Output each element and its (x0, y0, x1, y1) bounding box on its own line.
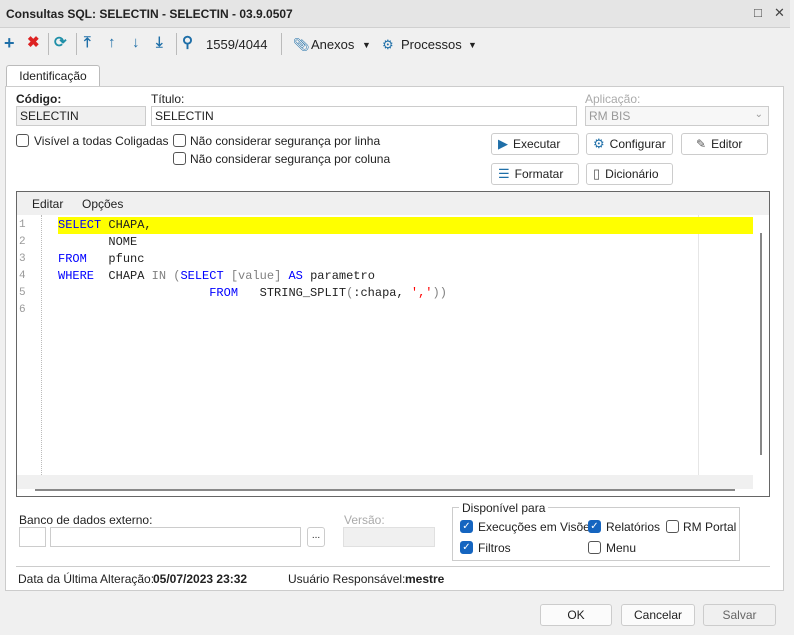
book-icon: ▯ (593, 166, 601, 181)
editor-label: Editor (711, 137, 743, 151)
browse-button[interactable]: ... (307, 527, 325, 547)
execute-label: Executar (513, 137, 561, 151)
portal-checkbox[interactable] (666, 520, 679, 533)
add-icon[interactable]: + (4, 34, 15, 52)
user-label: Usuário Responsável: (288, 572, 406, 586)
chevron-down-icon: ⌄ (754, 109, 763, 120)
views-label: Execuções em Visões (478, 520, 596, 534)
code-line: 3 FROM pfunc (19, 252, 145, 266)
chevron-down-icon[interactable]: ▼ (362, 40, 371, 50)
cancel-button[interactable]: Cancelar (621, 604, 695, 626)
previous-record-icon[interactable]: ↑ (108, 35, 116, 51)
save-button[interactable]: Salvar (703, 604, 776, 626)
version-label: Versão: (344, 513, 385, 527)
refresh-icon[interactable]: ⟳ (54, 35, 67, 51)
vertical-scrollbar[interactable] (760, 233, 762, 455)
horizontal-scrollbar[interactable] (35, 489, 735, 491)
toolbar: + ✖ ⟳ ⤒ ↑ ↓ ⤓ ⚲ 1559/4044 📎︎ Anexos ▼ ⚙ … (0, 29, 790, 59)
filters-checkbox[interactable]: ✓ (460, 541, 473, 554)
line-number: 3 (19, 253, 26, 265)
play-icon: ▶ (498, 136, 508, 151)
line-number: 6 (19, 304, 26, 316)
code-line: 2 NOME (19, 235, 138, 249)
menu-opcoes[interactable]: Opções (82, 197, 123, 211)
code-line: 4 WHERE CHAPA IN (SELECT [value] AS param… (19, 269, 375, 283)
dictionary-button[interactable]: ▯ Dicionário (586, 163, 673, 185)
version-input (343, 527, 435, 547)
attachments-menu[interactable]: Anexos (311, 37, 354, 52)
last-change-label: Data da Última Alteração: (18, 572, 155, 586)
no-row-security-checkbox[interactable] (173, 134, 186, 147)
last-record-icon[interactable]: ⤓ (156, 35, 163, 51)
user-value: mestre (405, 572, 445, 586)
title-input[interactable]: SELECTIN (151, 106, 577, 126)
filters-label: Filtros (478, 541, 511, 555)
title-label: Título: (151, 92, 185, 106)
processes-menu[interactable]: Processos (401, 37, 462, 52)
separator (281, 33, 282, 55)
format-button[interactable]: ☰ Formatar (491, 163, 579, 185)
configure-label: Configurar (609, 137, 666, 151)
gear-icon: ⚙ (593, 136, 605, 151)
close-button[interactable]: ✕ (774, 5, 785, 21)
dictionary-label: Dicionário (605, 167, 659, 181)
last-change-value: 05/07/2023 23:32 (153, 572, 248, 586)
line-number: 1 (19, 219, 26, 231)
code-line: 1 SELECT CHAPA, (17, 217, 753, 234)
code-line: 5 FROM STRING_SPLIT(:chapa, ',')) (19, 286, 447, 300)
line-number: 5 (19, 287, 26, 299)
separator (76, 33, 77, 55)
visible-all-label: Visível a todas Coligadas (34, 134, 169, 148)
delete-icon[interactable]: ✖ (27, 35, 40, 51)
sql-editor[interactable]: Editar Opções 1 SELECT CHAPA, 2 NOME 3 FRO… (16, 191, 770, 497)
editor-button[interactable]: ✎ Editor (681, 133, 768, 155)
code-input[interactable]: SELECTIN (16, 106, 146, 126)
record-counter: 1559/4044 (206, 37, 268, 52)
tab-identificacao[interactable]: Identificação (6, 65, 100, 87)
chevron-down-icon[interactable]: ▼ (468, 40, 477, 50)
ok-button[interactable]: OK (540, 604, 612, 626)
no-col-security-checkbox[interactable] (173, 152, 186, 165)
window-title: Consultas SQL: SELECTIN - SELECTIN - 03.… (6, 7, 293, 21)
separator (48, 33, 49, 55)
menu-checkbox[interactable] (588, 541, 601, 554)
search-icon[interactable]: ⚲ (182, 35, 193, 51)
format-lines-icon: ☰ (498, 166, 510, 181)
portal-label: RM Portal (683, 520, 737, 534)
application-label: Aplicação: (585, 92, 641, 106)
external-db-code-input[interactable] (19, 527, 46, 547)
separator (176, 33, 177, 55)
code-label: Código: (16, 92, 62, 106)
paperclip-icon: 📎︎ (293, 37, 310, 52)
application-value: RM BIS (589, 109, 631, 123)
menu-label: Menu (606, 541, 637, 555)
external-db-input[interactable] (50, 527, 301, 547)
visible-all-checkbox[interactable] (16, 134, 29, 147)
execute-button[interactable]: ▶ Executar (491, 133, 579, 155)
available-for-legend: Disponível para (459, 501, 549, 515)
no-row-security-label: Não considerar segurança por linha (190, 134, 381, 148)
reports-checkbox[interactable]: ✓ (588, 520, 601, 533)
gear-icon: ⚙ (382, 37, 394, 52)
external-db-label: Banco de dados externo: (19, 513, 153, 527)
next-record-icon[interactable]: ↓ (132, 35, 140, 51)
first-record-icon[interactable]: ⤒ (84, 35, 91, 51)
restore-button[interactable]: □ (754, 5, 762, 20)
pencil-icon: ✎ (696, 137, 707, 151)
menu-editar[interactable]: Editar (32, 197, 63, 211)
no-col-security-label: Não considerar segurança por coluna (190, 152, 391, 166)
line-number: 2 (19, 236, 26, 248)
format-label: Formatar (514, 167, 564, 181)
code-line: 6 (17, 302, 753, 319)
application-select: RM BIS ⌄ (585, 106, 769, 126)
reports-label: Relatórios (606, 520, 661, 534)
views-checkbox[interactable]: ✓ (460, 520, 473, 533)
title-bar: Consultas SQL: SELECTIN - SELECTIN - 03.… (0, 0, 790, 28)
editor-menu-bar: Editar Opções (17, 192, 769, 215)
divider (16, 566, 770, 567)
line-number: 4 (19, 270, 26, 282)
horizontal-scroll-track (17, 475, 753, 489)
configure-button[interactable]: ⚙ Configurar (586, 133, 673, 155)
